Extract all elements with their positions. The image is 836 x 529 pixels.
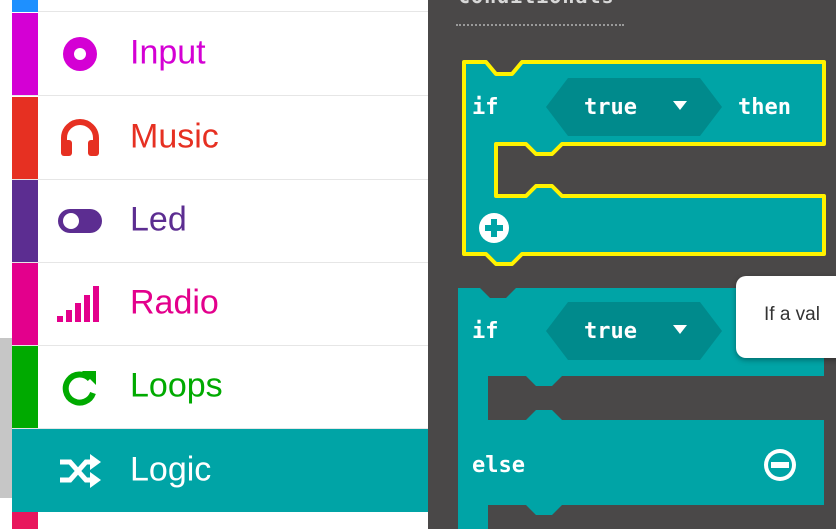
radio-button-icon (52, 34, 108, 74)
category-color-bar (12, 97, 38, 179)
headphones-icon (52, 118, 108, 158)
left-edge (0, 0, 12, 529)
category-label: Logic (130, 450, 212, 489)
category-color-bar (12, 13, 38, 95)
category-music[interactable]: Music (12, 97, 428, 180)
minus-circle-icon[interactable] (764, 449, 796, 481)
category-label: Loops (130, 366, 223, 405)
category-color-bar (12, 0, 38, 12)
category-logic[interactable]: Logic (12, 429, 428, 512)
signal-bars-icon (52, 284, 108, 324)
category-radio[interactable]: Radio (12, 263, 428, 346)
tooltip-text: If a val (764, 304, 820, 325)
if-keyword: if (472, 319, 499, 344)
edge-shade (0, 338, 12, 498)
dropdown-value: true (584, 95, 637, 120)
category-partial-bottom[interactable] (12, 512, 428, 529)
toggle-icon (52, 201, 108, 241)
category-color-bar (12, 346, 38, 428)
block-tooltip: If a val (736, 276, 836, 358)
category-label: Input (130, 33, 206, 72)
toolbox: Input Music Led Radio Loops Logic (12, 0, 428, 529)
boolean-dropdown[interactable]: true (546, 78, 722, 136)
category-loops[interactable]: Loops (12, 346, 428, 429)
if-then-block[interactable]: if true then (462, 60, 826, 266)
blocks-canvas: if true then if true else (458, 60, 826, 529)
if-keyword: if (472, 95, 499, 120)
category-input[interactable]: Input (12, 13, 428, 96)
category-label: Led (130, 200, 187, 239)
category-color-bar (12, 263, 38, 345)
then-keyword: then (738, 95, 791, 120)
block-flyout: Conditionals if true then if (428, 0, 836, 529)
loop-arrow-icon (52, 367, 108, 407)
dropdown-value: true (584, 319, 637, 344)
category-color-bar (12, 512, 38, 529)
boolean-dropdown[interactable]: true (546, 302, 722, 360)
category-led[interactable]: Led (12, 180, 428, 263)
category-label: Music (130, 117, 219, 156)
category-label: Radio (130, 283, 219, 322)
plus-circle-icon[interactable] (479, 213, 509, 243)
else-keyword: else (472, 453, 525, 478)
category-color-bar (12, 180, 38, 262)
category-partial-top[interactable] (12, 0, 428, 12)
shuffle-icon (52, 451, 108, 491)
